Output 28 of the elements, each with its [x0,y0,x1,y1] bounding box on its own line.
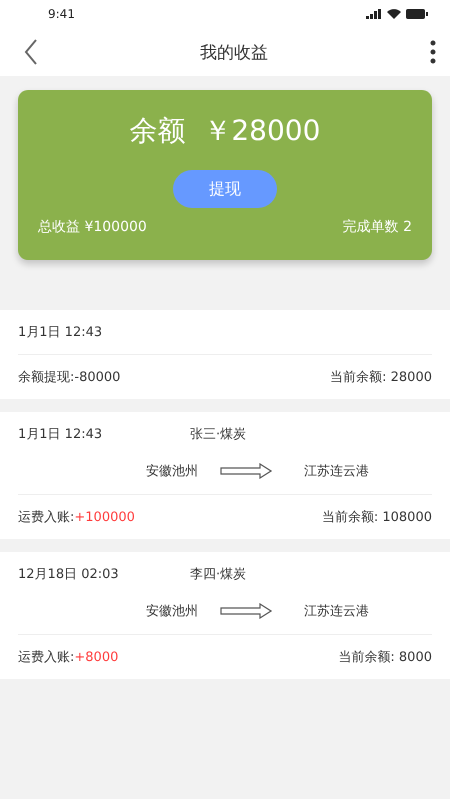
back-icon[interactable] [24,39,38,65]
balance-text: 当前余额: 28000 [330,369,432,386]
status-time: 9:41 [48,7,75,21]
origin-city: 安徽池州 [145,463,198,480]
withdraw-button[interactable]: 提现 [173,170,277,208]
cargo-label: 张三·煤炭 [190,426,246,443]
origin-city: 安徽池州 [145,603,198,620]
battery-icon [406,9,428,19]
signal-icon [366,9,382,19]
destination-city: 江苏连云港 [304,463,369,480]
total-income: 总收益 ¥100000 [38,218,147,236]
destination-city: 江苏连云港 [304,603,369,620]
arrow-icon [220,463,272,479]
cargo-label: 李四·煤炭 [190,566,246,583]
amount-text: 余额提现:-80000 [18,369,120,386]
amount-text: 运费入账:+100000 [18,509,135,526]
balance-text: 当前余额: 8000 [338,649,432,666]
record-time: 12月18日 02:03 [18,566,120,583]
more-icon[interactable] [430,40,436,64]
completed-orders: 完成单数 2 [342,218,412,236]
balance-amount: 余额 ￥28000 [130,113,320,149]
record-time: 1月1日 12:43 [18,324,104,341]
arrow-icon [220,603,272,619]
page-title: 我的收益 [200,42,268,64]
balance-text: 当前余额: 108000 [322,509,432,526]
amount-text: 运费入账:+8000 [18,649,118,666]
wifi-icon [387,9,401,19]
record-time: 1月1日 12:43 [18,426,104,443]
